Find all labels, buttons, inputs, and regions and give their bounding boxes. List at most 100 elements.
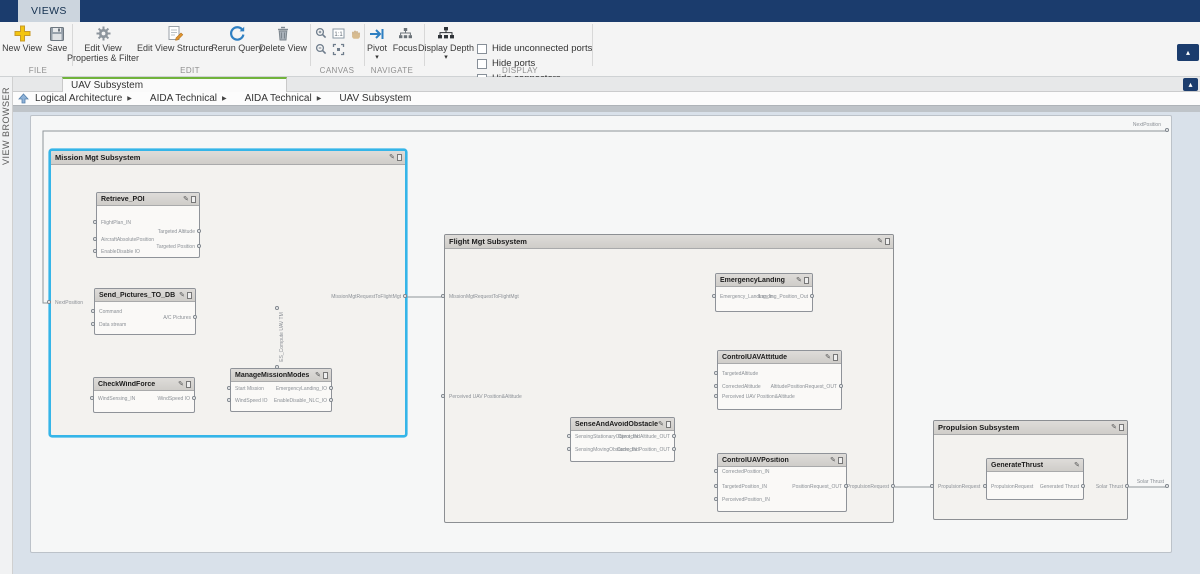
checkbox-box[interactable]	[477, 43, 487, 54]
badge-icon[interactable]	[191, 195, 196, 203]
zoom-out-icon[interactable]	[314, 42, 329, 56]
port-command[interactable]	[91, 309, 95, 313]
hide-unconnected-ports-checkbox[interactable]: Hide unconnected ports	[477, 43, 592, 54]
breadcrumb-item[interactable]: Logical Architecture	[35, 93, 122, 104]
breadcrumb-item[interactable]: UAV Subsystem	[339, 93, 411, 104]
port-targetedposition-in[interactable]	[714, 484, 718, 488]
tab-views[interactable]: VIEWS	[18, 0, 80, 22]
block-retrieve-poi[interactable]: Retrieve_POI ✎	[96, 192, 200, 258]
port-generated-thrust[interactable]	[1081, 484, 1085, 488]
port-windsensing-in[interactable]	[90, 396, 94, 400]
port-perceivedposition-in[interactable]	[714, 497, 718, 501]
edit-view-structure-button[interactable]: Edit View Structure	[137, 24, 213, 54]
port-propulsionrequest[interactable]	[983, 484, 987, 488]
block-checkwindforce[interactable]: CheckWindForce ✎	[93, 377, 195, 413]
pencil-icon[interactable]: ✎	[1074, 462, 1080, 469]
port-positionrequest-out[interactable]	[844, 484, 848, 488]
checkbox-box[interactable]	[477, 58, 487, 69]
port-propulsionrequest[interactable]	[891, 484, 895, 488]
port-solar-thrust[interactable]	[1125, 484, 1129, 488]
breadcrumb-item[interactable]: AIDA Technical	[245, 93, 312, 104]
fit-view-icon[interactable]	[331, 42, 346, 56]
port-altitudepositionrequest-out[interactable]	[839, 384, 843, 388]
port-enabledisable-io[interactable]	[93, 249, 97, 253]
port-perceived-uav-position-altitude[interactable]	[441, 394, 445, 398]
collapse-ribbon-button[interactable]: ▴	[1177, 44, 1199, 61]
block-senseandavoidobstacle[interactable]: SenseAndAvoidObstacle ✎	[570, 417, 675, 462]
port-top[interactable]	[275, 365, 279, 369]
badge-icon[interactable]	[666, 420, 671, 428]
tab-uav-subsystem[interactable]: UAV Subsystem	[62, 77, 287, 92]
badge-icon[interactable]	[186, 380, 191, 388]
pencil-icon[interactable]: ✎	[658, 421, 664, 428]
port-landing-position-out[interactable]	[810, 294, 814, 298]
delete-view-button[interactable]: Delete View	[255, 24, 311, 54]
port-start-mission[interactable]	[227, 386, 231, 390]
header-icons: ✎	[315, 371, 331, 379]
connector-end-port[interactable]	[1165, 484, 1169, 488]
pencil-icon[interactable]: ✎	[877, 238, 883, 245]
block-send-pictures-to-db[interactable]: Send_Pictures_TO_DB ✎	[94, 288, 196, 335]
port-emergencylanding-io[interactable]	[329, 386, 333, 390]
view-browser-panel[interactable]: VIEW BROWSER	[0, 77, 13, 574]
port-correctedposition-in[interactable]	[714, 469, 718, 473]
badge-icon[interactable]	[885, 238, 890, 245]
port-a-c-pictures[interactable]	[193, 315, 197, 319]
pencil-icon[interactable]: ✎	[825, 354, 831, 361]
display-depth-button[interactable]: Display Depth ▾	[415, 24, 477, 61]
block-emergencylanding[interactable]: EmergencyLanding ✎	[715, 273, 813, 312]
pencil-icon[interactable]: ✎	[178, 381, 184, 388]
port-missionmgtrequesttoflightmgt[interactable]	[403, 294, 407, 298]
badge-icon[interactable]	[838, 456, 843, 464]
port-missionmgtrequesttoflightmgt[interactable]	[441, 294, 445, 298]
port-sensingmovingobstacle-in[interactable]	[567, 447, 571, 451]
port-correctedaltitude[interactable]	[714, 384, 718, 388]
port-correctedaltitude-out[interactable]	[672, 434, 676, 438]
block-managemissionmodes[interactable]: ManageMissionModes ✎	[230, 368, 332, 412]
canvas-top-scroll-strip[interactable]	[13, 105, 1200, 112]
port-propulsionrequest[interactable]	[930, 484, 934, 488]
pencil-icon[interactable]: ✎	[183, 196, 189, 203]
pencil-icon[interactable]: ✎	[796, 277, 802, 284]
port-perceived-uav-position-altitude[interactable]	[714, 394, 718, 398]
badge-icon[interactable]	[804, 276, 809, 284]
badge-icon[interactable]	[323, 371, 328, 379]
port-emergency-landing-in[interactable]	[712, 294, 716, 298]
one-to-one-icon[interactable]: 1:1	[331, 26, 346, 40]
block-generatethrust[interactable]: GenerateThrust ✎	[986, 458, 1084, 500]
port-flightplan-in[interactable]	[93, 220, 97, 224]
port-sensingstationaryobject-in[interactable]	[567, 434, 571, 438]
pencil-icon[interactable]: ✎	[1111, 424, 1117, 431]
breadcrumb-item[interactable]: AIDA Technical	[150, 93, 217, 104]
navigate-up-icon[interactable]	[18, 93, 29, 104]
pan-hand-icon[interactable]	[348, 26, 363, 40]
pivot-button[interactable]: Pivot ▾	[363, 24, 391, 61]
port-windspeed-io[interactable]	[227, 398, 231, 402]
connector-end-port[interactable]	[275, 306, 279, 310]
port-correctedposition-out[interactable]	[672, 447, 676, 451]
port-aircraftabsoluteposition[interactable]	[93, 237, 97, 241]
port-windspeed-io[interactable]	[192, 396, 196, 400]
pencil-icon[interactable]: ✎	[315, 372, 321, 379]
block-controluavattitude[interactable]: ControlUAVAttitude ✎	[717, 350, 842, 410]
block-controluavposition[interactable]: ControlUAVPosition ✎	[717, 453, 847, 512]
port-enabledisable-nlc-io[interactable]	[329, 398, 333, 402]
panel-toggle-button[interactable]: ▴	[1183, 78, 1198, 91]
port-targeted-altitude[interactable]	[197, 229, 201, 233]
port-targetedaltitude[interactable]	[714, 371, 718, 375]
edit-view-properties-button[interactable]: Edit View Properties & Filter	[64, 24, 142, 63]
pencil-icon[interactable]: ✎	[389, 154, 395, 161]
zoom-in-icon[interactable]	[314, 26, 329, 40]
port-data-stream[interactable]	[91, 322, 95, 326]
badge-icon[interactable]	[397, 154, 402, 161]
new-view-button[interactable]: New View	[2, 24, 42, 54]
port-targeted-position[interactable]	[197, 244, 201, 248]
badge-icon[interactable]	[833, 353, 838, 361]
pencil-icon[interactable]: ✎	[830, 457, 836, 464]
badge-icon[interactable]	[187, 291, 192, 299]
pencil-icon[interactable]: ✎	[179, 292, 185, 299]
header-icons: ✎	[389, 154, 405, 161]
port-nextposition[interactable]	[47, 300, 51, 304]
badge-icon[interactable]	[1119, 424, 1124, 431]
connector-end-port[interactable]	[1165, 128, 1169, 132]
